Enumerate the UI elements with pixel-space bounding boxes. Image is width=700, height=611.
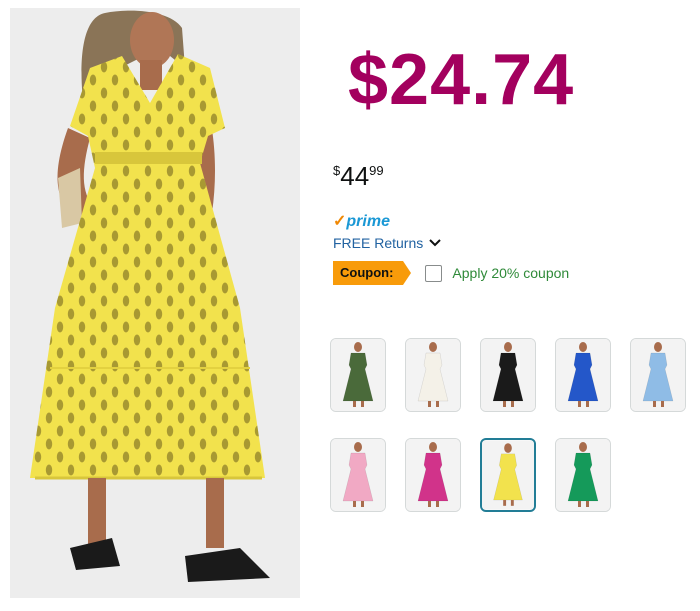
swatch-dress-thumbnail <box>406 439 460 511</box>
prime-badge: ✓prime <box>333 211 390 231</box>
currency-symbol: $ <box>333 163 341 178</box>
swatch-dress-thumbnail <box>331 439 385 511</box>
free-returns-label: FREE Returns <box>333 235 424 251</box>
color-swatch[interactable] <box>480 438 536 512</box>
swatch-dress-thumbnail <box>482 440 534 510</box>
swatch-dress-thumbnail <box>406 339 460 411</box>
swatch-dress-thumbnail <box>331 339 385 411</box>
coupon-badge: Coupon: <box>333 261 412 285</box>
price-whole: 44 <box>340 161 370 191</box>
color-swatch[interactable] <box>555 338 611 412</box>
color-swatch[interactable] <box>480 338 536 412</box>
coupon-apply-text[interactable]: Apply 20% coupon <box>452 265 569 281</box>
color-swatch[interactable] <box>330 438 386 512</box>
swatch-dress-thumbnail <box>481 339 535 411</box>
free-returns-link[interactable]: FREE Returns <box>333 235 441 251</box>
coupon-row: Coupon: Apply 20% coupon <box>333 260 569 286</box>
list-price: $4499 <box>333 161 384 191</box>
promo-price: $24.74 <box>348 40 575 120</box>
swatch-dress-thumbnail <box>556 439 610 511</box>
dress-shape <box>30 54 265 480</box>
prime-label: prime <box>346 213 390 230</box>
price-fraction: 99 <box>369 163 384 178</box>
swatch-dress-thumbnail <box>556 339 610 411</box>
product-main-image[interactable] <box>10 8 300 598</box>
color-swatch[interactable] <box>330 338 386 412</box>
color-swatch[interactable] <box>630 338 686 412</box>
coupon-checkbox[interactable] <box>425 264 443 282</box>
chevron-down-icon <box>429 239 441 247</box>
prime-check-icon: ✓ <box>333 213 347 230</box>
color-swatch[interactable] <box>555 438 611 512</box>
swatch-dress-thumbnail <box>631 339 685 411</box>
color-swatch[interactable] <box>405 438 461 512</box>
color-swatch[interactable] <box>405 338 461 412</box>
